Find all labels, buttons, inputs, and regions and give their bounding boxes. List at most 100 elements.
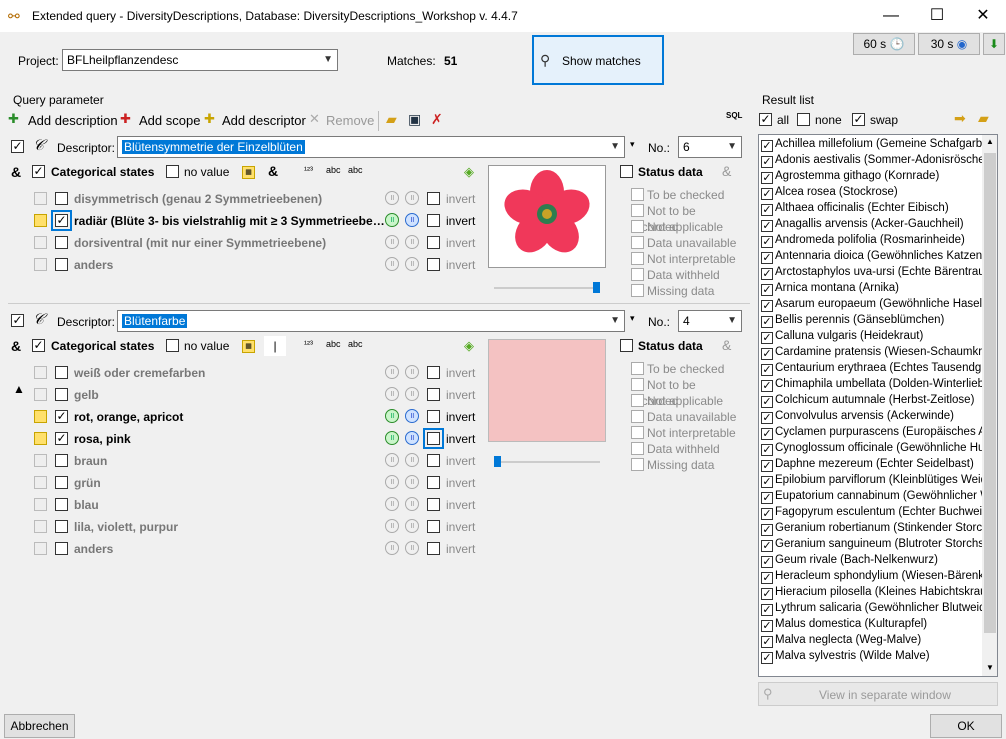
clear-icon[interactable]: ✗ (431, 111, 443, 128)
result-list-item[interactable]: Arnica montana (Arnika) (761, 280, 983, 296)
status-checkbox[interactable] (631, 252, 644, 265)
state-checkbox[interactable] (55, 258, 68, 271)
close-button[interactable]: ✕ (960, 0, 1006, 32)
maximize-button[interactable]: ☐ (914, 0, 960, 32)
result-list-item[interactable]: Epilobium parviflorum (Kleinblütiges Wei… (761, 472, 983, 488)
signal-icon[interactable]: ॥ (385, 387, 399, 401)
state-checkbox[interactable] (55, 236, 68, 249)
state-row[interactable]: disymmetrisch (genau 2 Symmetrieebenen) … (0, 188, 480, 210)
signal-icon[interactable]: ॥ (405, 213, 419, 227)
result-list-item[interactable]: Antennaria dioica (Gewöhnliches Katzenpf… (761, 248, 983, 264)
state-row[interactable]: blau ॥ ॥ invert (0, 494, 480, 516)
result-list-item[interactable]: Cyclamen purpurascens (Europäisches Alpe (761, 424, 983, 440)
palette-icon[interactable]: ◈ (464, 164, 474, 180)
result-item-checkbox[interactable] (761, 380, 773, 392)
select-none-checkbox[interactable] (797, 113, 810, 126)
signal-icon[interactable]: ॥ (405, 519, 419, 533)
result-list-item[interactable]: Geranium sanguineum (Blutroter Storchsch… (761, 536, 983, 552)
state-row[interactable]: lila, violett, purpur ॥ ॥ invert (0, 516, 480, 538)
result-list-item[interactable]: Eupatorium cannabinum (Gewöhnlicher Wa (761, 488, 983, 504)
invert-checkbox[interactable] (427, 542, 440, 555)
status-item[interactable]: To be checked (631, 187, 746, 203)
add-descriptor-button[interactable]: Add descriptor (222, 113, 306, 128)
status-data-checkbox[interactable] (620, 165, 633, 178)
result-item-checkbox[interactable] (761, 396, 773, 408)
status-checkbox[interactable] (631, 204, 644, 217)
result-list-item[interactable]: Centaurium erythraea (Echtes Tausendgüld (761, 360, 983, 376)
status-item[interactable]: To be checked (631, 361, 746, 377)
result-item-checkbox[interactable] (761, 476, 773, 488)
signal-icon[interactable]: ॥ (385, 431, 399, 445)
state-checkbox[interactable] (55, 498, 68, 511)
state-checkbox[interactable] (55, 388, 68, 401)
scrollbar-thumb[interactable] (984, 153, 996, 633)
result-item-checkbox[interactable] (761, 572, 773, 584)
result-list-item[interactable]: Asarum europaeum (Gewöhnliche Haselwur (761, 296, 983, 312)
timer-30-button[interactable]: 30 s ◉ (918, 33, 980, 55)
project-select[interactable]: BFLheilpflanzendesc ▼ (62, 49, 338, 71)
categorical-states-checkbox[interactable] (32, 165, 45, 178)
add-scope-button[interactable]: Add scope (139, 113, 200, 128)
swap-checkbox[interactable] (852, 113, 865, 126)
signal-icon[interactable]: ॥ (405, 409, 419, 423)
and-mode-label[interactable]: & (268, 163, 278, 179)
result-list-item[interactable]: Fagopyrum esculentum (Echter Buchweizer (761, 504, 983, 520)
result-item-checkbox[interactable] (761, 156, 773, 168)
status-item[interactable]: Not applicable (631, 219, 746, 235)
result-list-item[interactable]: Achillea millefolium (Gemeine Schafgarbe… (761, 136, 983, 152)
signal-icon[interactable]: ॥ (385, 519, 399, 533)
remove-button[interactable]: Remove (326, 113, 374, 128)
state-row[interactable]: anders ॥ ॥ invert (0, 254, 480, 276)
result-item-checkbox[interactable] (761, 332, 773, 344)
status-and-operator[interactable]: & (722, 163, 731, 179)
invert-checkbox[interactable] (427, 520, 440, 533)
image-slider-thumb[interactable] (494, 456, 501, 467)
result-list-item[interactable]: Andromeda polifolia (Rosmarinheide) (761, 232, 983, 248)
palette-icon[interactable]: ◈ (464, 338, 474, 354)
signal-icon[interactable]: ॥ (405, 475, 419, 489)
image-slider-thumb[interactable] (593, 282, 600, 293)
state-row[interactable]: radiär (Blüte 3- bis vielstrahlig mit ≥ … (0, 210, 480, 232)
invert-checkbox[interactable] (427, 476, 440, 489)
result-list[interactable]: Achillea millefolium (Gemeine Schafgarbe… (758, 134, 998, 677)
sort-alpha-reverse-icon[interactable]: abc (348, 165, 363, 175)
result-list-item[interactable]: Daphne mezereum (Echter Seidelbast) (761, 456, 983, 472)
result-list-item[interactable]: Convolvulus arvensis (Ackerwinde) (761, 408, 983, 424)
status-checkbox[interactable] (631, 188, 644, 201)
open-folder-icon[interactable]: ▰ (386, 111, 397, 128)
status-checkbox[interactable] (631, 394, 644, 407)
state-sheet-icon[interactable]: ▦ (242, 166, 255, 179)
invert-checkbox[interactable] (427, 432, 440, 445)
status-checkbox[interactable] (631, 410, 644, 423)
result-item-checkbox[interactable] (761, 620, 773, 632)
status-checkbox[interactable] (631, 362, 644, 375)
image-slider-track[interactable] (494, 461, 600, 463)
state-row[interactable]: dorsiventral (mit nur einer Symmetrieebe… (0, 232, 480, 254)
result-list-item[interactable]: Arctostaphylos uva-ursi (Echte Bärentrau… (761, 264, 983, 280)
result-item-checkbox[interactable] (761, 140, 773, 152)
minimize-button[interactable]: — (868, 0, 914, 32)
state-row[interactable]: anders ॥ ॥ invert (0, 538, 480, 560)
timer-60-button[interactable]: 60 s 🕒 (853, 33, 915, 55)
open-folder-icon[interactable]: ▰ (978, 110, 989, 127)
signal-icon[interactable]: ॥ (405, 235, 419, 249)
result-item-checkbox[interactable] (761, 348, 773, 360)
view-separate-button[interactable]: ⚲ View in separate window (758, 682, 998, 706)
show-matches-button[interactable]: ⚲ Show matches (532, 35, 664, 85)
status-checkbox[interactable] (631, 236, 644, 249)
result-list-item[interactable]: Cynoglossum officinale (Gewöhnliche Hund (761, 440, 983, 456)
cancel-button[interactable]: Abbrechen (4, 714, 75, 738)
state-row[interactable]: weiß oder cremefarben ॥ ॥ invert (0, 362, 480, 384)
result-item-checkbox[interactable] (761, 556, 773, 568)
invert-checkbox[interactable] (427, 498, 440, 511)
invert-checkbox[interactable] (427, 388, 440, 401)
status-checkbox[interactable] (631, 284, 644, 297)
result-item-checkbox[interactable] (761, 460, 773, 472)
status-item[interactable]: Data unavailable (631, 409, 746, 425)
sort-alpha-icon[interactable]: abc (326, 165, 341, 175)
result-list-item[interactable]: Geranium robertianum (Stinkender Storchs… (761, 520, 983, 536)
signal-icon[interactable]: ॥ (385, 475, 399, 489)
invert-checkbox[interactable] (427, 454, 440, 467)
signal-icon[interactable]: ॥ (405, 191, 419, 205)
result-list-item[interactable]: Malva neglecta (Weg-Malve) (761, 632, 983, 648)
